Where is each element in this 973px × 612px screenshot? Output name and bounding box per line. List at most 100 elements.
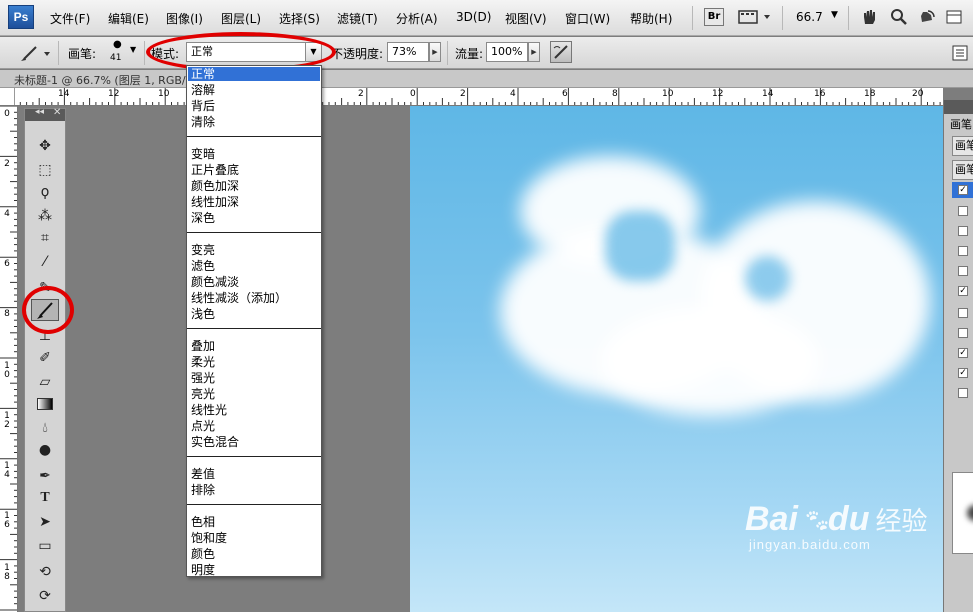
blend-option-multiply[interactable]: 正片叠底 [191,162,239,178]
blend-option-dissolve[interactable]: 溶解 [191,82,215,98]
opacity-input[interactable]: 73% [387,42,429,62]
move-tool-icon[interactable]: ✥ [31,135,59,157]
blur-tool-icon[interactable]: 💧︎ [31,417,59,439]
blend-option-lighten[interactable]: 变亮 [191,242,215,258]
zoom-dropdown-icon[interactable]: ▼ [831,10,838,20]
menu-file[interactable]: 文件(F) [50,10,90,27]
menu-divider [187,328,321,329]
vertical-ruler[interactable]: 0 2 4 6 8 10 12 14 16 18 [0,106,18,612]
opacity-slider-toggle[interactable]: ▶ [429,42,441,62]
flow-label: 流量: [455,47,484,61]
blend-option-hard-mix[interactable]: 实色混合 [191,434,239,450]
gradient-tool-icon[interactable] [31,393,59,415]
checkbox-checked[interactable]: ✓ [958,368,968,378]
blend-option-behind[interactable]: 背后 [191,98,215,114]
brush-panel-title[interactable]: 画笔 [950,116,972,132]
menu-layer[interactable]: 图层(L) [221,10,261,27]
tools-panel-header[interactable]: ◂◂ ✕ [25,107,65,121]
menu-window[interactable]: 窗口(W) [565,10,610,27]
close-icon[interactable]: ✕ [53,107,61,118]
checkbox[interactable] [958,266,968,276]
crop-tool-icon[interactable]: ⌗ [31,227,59,249]
rotate-view-icon[interactable] [918,8,936,26]
checkbox[interactable] [958,206,968,216]
blend-option-luminosity[interactable]: 明度 [191,562,215,578]
blend-option-normal[interactable]: 正常 [191,66,215,82]
blend-option-vivid-light[interactable]: 亮光 [191,386,215,402]
brush-panel-header[interactable] [944,100,973,114]
menu-divider [187,232,321,233]
blend-option-overlay[interactable]: 叠加 [191,338,215,354]
brush-tip-shape-tab[interactable]: 画笔 [952,160,973,180]
pen-tool-icon[interactable]: ✒ [31,465,59,487]
lasso-tool-icon[interactable]: ϙ [31,181,59,203]
bridge-button[interactable]: Br [704,8,724,26]
menu-select[interactable]: 选择(S) [279,10,320,27]
cloud-hole [605,211,675,281]
blend-option-exclusion[interactable]: 排除 [191,482,215,498]
blend-option-linear-dodge[interactable]: 线性减淡（添加） [191,290,287,306]
checkbox-checked[interactable]: ✓ [958,348,968,358]
horizontal-ruler[interactable]: 14 12 10 8 6 4 2 0 2 4 6 8 10 12 14 16 1… [14,88,943,106]
menu-image[interactable]: 图像(I) [166,10,203,27]
type-tool-icon[interactable]: T [31,487,59,509]
checkbox-checked[interactable]: ✓ [958,286,968,296]
ruler-number: 0 [4,109,10,119]
ruler-number: 14 [58,89,70,99]
menu-edit[interactable]: 编辑(E) [108,10,149,27]
3d-rotate-tool-icon[interactable]: ⟲ [31,561,59,583]
menu-view[interactable]: 视图(V) [505,10,547,27]
menu-analysis[interactable]: 分析(A) [396,10,438,27]
blend-option-soft-light[interactable]: 柔光 [191,354,215,370]
blend-option-saturation[interactable]: 饱和度 [191,530,227,546]
hand-icon[interactable] [860,8,878,26]
3d-orbit-tool-icon[interactable]: ⟳ [31,585,59,607]
blend-option-color[interactable]: 颜色 [191,546,215,562]
checkbox[interactable] [958,246,968,256]
document-tab-title[interactable]: 未标题-1 @ 66.7% (图层 1, RGB/ [14,72,186,88]
blend-option-difference[interactable]: 差值 [191,466,215,482]
zoom-level[interactable]: 66.7 [796,10,823,24]
history-brush-tool-icon[interactable]: ✐ [31,347,59,369]
blend-option-color-dodge[interactable]: 颜色减淡 [191,274,239,290]
dodge-tool-icon[interactable]: ● [31,439,59,461]
flow-input[interactable]: 100% [486,42,528,62]
blend-option-color-burn[interactable]: 颜色加深 [191,178,239,194]
brush-tip-icon: ● [113,39,122,50]
tool-preset-picker[interactable] [18,43,52,63]
checkbox-checked[interactable]: ✓ [958,185,968,195]
blend-option-linear-light[interactable]: 线性光 [191,402,227,418]
menu-3d[interactable]: 3D(D) [456,10,491,24]
options-separator [58,41,59,65]
brush-panel-toggle-icon[interactable] [951,44,969,62]
eraser-tool-icon[interactable]: ▱ [31,371,59,393]
blend-option-clear[interactable]: 清除 [191,114,215,130]
blend-option-linear-burn[interactable]: 线性加深 [191,194,239,210]
airbrush-button[interactable] [550,41,572,63]
blend-option-hard-light[interactable]: 强光 [191,370,215,386]
brush-preset-picker[interactable]: ● 41 ▼ [104,39,140,67]
flow-slider-toggle[interactable]: ▶ [528,42,540,62]
blend-option-screen[interactable]: 滤色 [191,258,215,274]
screen-mode-button[interactable] [738,8,774,26]
checkbox[interactable] [958,226,968,236]
magic-wand-tool-icon[interactable]: ⁂ [31,205,59,227]
path-selection-tool-icon[interactable]: ➤ [31,511,59,533]
shape-tool-icon[interactable]: ▭ [31,535,59,557]
menu-filter[interactable]: 滤镜(T) [337,10,378,27]
marquee-tool-icon[interactable]: ⬚ [31,159,59,181]
blend-option-pin-light[interactable]: 点光 [191,418,215,434]
collapse-icon[interactable]: ◂◂ [35,107,44,117]
blend-option-darken[interactable]: 变暗 [191,146,215,162]
zoom-icon[interactable] [890,8,908,26]
checkbox[interactable] [958,388,968,398]
checkbox[interactable] [958,308,968,318]
menu-help[interactable]: 帮助(H) [630,10,672,27]
checkbox[interactable] [958,328,968,338]
eyedropper-tool-icon[interactable]: ⁄ [31,251,59,273]
blend-option-lighter-color[interactable]: 浅色 [191,306,215,322]
blend-option-darker-color[interactable]: 深色 [191,210,215,226]
brush-presets-tab[interactable]: 画笔 [952,136,973,156]
arrange-documents-icon[interactable] [945,8,967,26]
blend-option-hue[interactable]: 色相 [191,514,215,530]
